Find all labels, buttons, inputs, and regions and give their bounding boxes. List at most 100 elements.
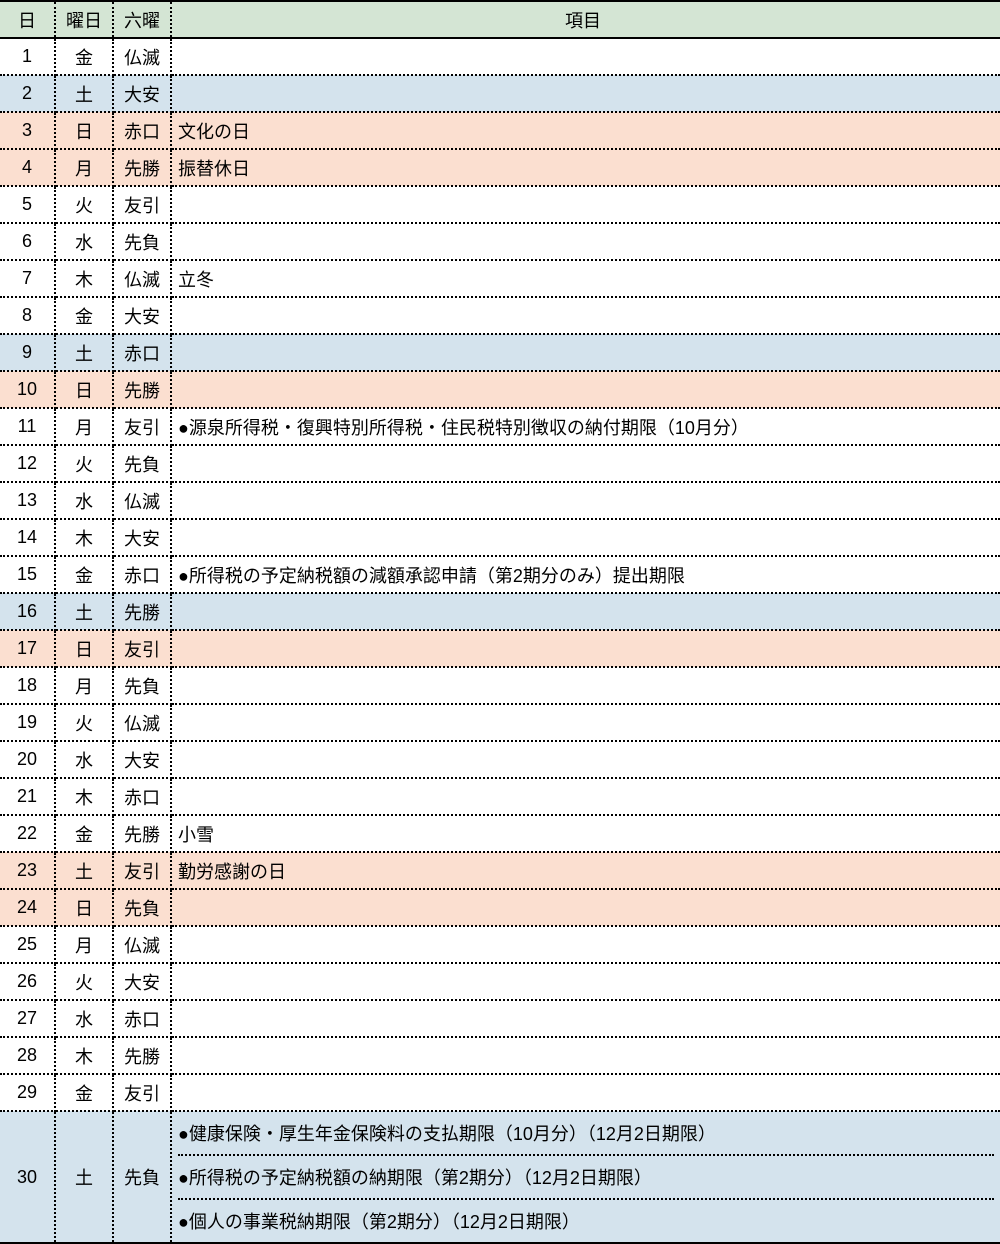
cell-wday: 土 — [55, 75, 113, 112]
table-row: 15金赤口●所得税の予定納税額の減額承認申請（第2期分のみ）提出期限 — [0, 556, 1000, 593]
table-row: 10日先勝 — [0, 371, 1000, 408]
cell-wday: 土 — [55, 593, 113, 630]
cell-roku: 大安 — [113, 519, 171, 556]
cell-wday: 木 — [55, 1037, 113, 1074]
cell-wday: 水 — [55, 741, 113, 778]
item-text: ●個人の事業税納期限（第2期分）（12月2日期限） — [178, 1200, 994, 1242]
cell-item — [171, 704, 1000, 741]
table-row: 26火大安 — [0, 963, 1000, 1000]
cell-roku: 赤口 — [113, 112, 171, 149]
item-text: ●健康保険・厚生年金保険料の支払期限（10月分）（12月2日期限） — [178, 1112, 994, 1156]
cell-day: 24 — [0, 889, 55, 926]
cell-wday: 月 — [55, 149, 113, 186]
cell-wday: 月 — [55, 408, 113, 445]
cell-day: 28 — [0, 1037, 55, 1074]
cell-item: 文化の日 — [171, 112, 1000, 149]
cell-wday: 日 — [55, 630, 113, 667]
cell-roku: 大安 — [113, 297, 171, 334]
cell-item: 小雪 — [171, 815, 1000, 852]
cell-item — [171, 1000, 1000, 1037]
table-row: 11月友引●源泉所得税・復興特別所得税・住民税特別徴収の納付期限（10月分） — [0, 408, 1000, 445]
cell-day: 20 — [0, 741, 55, 778]
cell-wday: 水 — [55, 223, 113, 260]
cell-day: 10 — [0, 371, 55, 408]
cell-day: 23 — [0, 852, 55, 889]
table-row: 30土先負●健康保険・厚生年金保険料の支払期限（10月分）（12月2日期限）●所… — [0, 1111, 1000, 1243]
table-row: 3日赤口文化の日 — [0, 112, 1000, 149]
cell-roku: 先勝 — [113, 371, 171, 408]
cell-wday: 月 — [55, 667, 113, 704]
cell-item — [171, 186, 1000, 223]
cell-item — [171, 223, 1000, 260]
cell-day: 12 — [0, 445, 55, 482]
cell-roku: 先負 — [113, 889, 171, 926]
cell-day: 6 — [0, 223, 55, 260]
table-row: 13水仏滅 — [0, 482, 1000, 519]
cell-day: 27 — [0, 1000, 55, 1037]
cell-day: 25 — [0, 926, 55, 963]
cell-wday: 土 — [55, 852, 113, 889]
cell-roku: 大安 — [113, 75, 171, 112]
cell-day: 16 — [0, 593, 55, 630]
header-item: 項目 — [171, 1, 1000, 38]
cell-item — [171, 1037, 1000, 1074]
header-wday: 曜日 — [55, 1, 113, 38]
table-row: 7木仏滅立冬 — [0, 260, 1000, 297]
cell-roku: 仏滅 — [113, 260, 171, 297]
cell-day: 26 — [0, 963, 55, 1000]
cell-roku: 友引 — [113, 630, 171, 667]
cell-wday: 土 — [55, 1111, 113, 1243]
cell-wday: 日 — [55, 889, 113, 926]
cell-day: 13 — [0, 482, 55, 519]
cell-item — [171, 741, 1000, 778]
table-row: 6水先負 — [0, 223, 1000, 260]
header-day: 日 — [0, 1, 55, 38]
cell-day: 11 — [0, 408, 55, 445]
cell-wday: 金 — [55, 556, 113, 593]
cell-roku: 先負 — [113, 667, 171, 704]
cell-day: 8 — [0, 297, 55, 334]
cell-roku: 仏滅 — [113, 926, 171, 963]
cell-item — [171, 630, 1000, 667]
cell-day: 7 — [0, 260, 55, 297]
cell-item: 振替休日 — [171, 149, 1000, 186]
cell-roku: 友引 — [113, 1074, 171, 1111]
header-row: 日 曜日 六曜 項目 — [0, 1, 1000, 38]
cell-day: 19 — [0, 704, 55, 741]
cell-item — [171, 75, 1000, 112]
cell-item — [171, 963, 1000, 1000]
cell-roku: 大安 — [113, 741, 171, 778]
table-row: 16土先勝 — [0, 593, 1000, 630]
cell-item: 勤労感謝の日 — [171, 852, 1000, 889]
table-row: 17日友引 — [0, 630, 1000, 667]
cell-roku: 仏滅 — [113, 482, 171, 519]
cell-wday: 火 — [55, 963, 113, 1000]
cell-roku: 大安 — [113, 963, 171, 1000]
table-row: 18月先負 — [0, 667, 1000, 704]
cell-day: 21 — [0, 778, 55, 815]
table-row: 14木大安 — [0, 519, 1000, 556]
cell-item: 立冬 — [171, 260, 1000, 297]
cell-item — [171, 334, 1000, 371]
calendar-table: 日 曜日 六曜 項目 1金仏滅2土大安3日赤口文化の日4月先勝振替休日5火友引6… — [0, 0, 1000, 1244]
cell-item: ●所得税の予定納税額の減額承認申請（第2期分のみ）提出期限 — [171, 556, 1000, 593]
cell-roku: 先勝 — [113, 1037, 171, 1074]
cell-roku: 赤口 — [113, 778, 171, 815]
table-row: 12火先負 — [0, 445, 1000, 482]
table-row: 24日先負 — [0, 889, 1000, 926]
cell-item: ●健康保険・厚生年金保険料の支払期限（10月分）（12月2日期限）●所得税の予定… — [171, 1111, 1000, 1243]
cell-item — [171, 482, 1000, 519]
cell-roku: 友引 — [113, 186, 171, 223]
cell-roku: 赤口 — [113, 556, 171, 593]
table-row: 29金友引 — [0, 1074, 1000, 1111]
cell-roku: 先負 — [113, 1111, 171, 1243]
cell-wday: 水 — [55, 1000, 113, 1037]
cell-day: 17 — [0, 630, 55, 667]
cell-wday: 火 — [55, 186, 113, 223]
cell-item — [171, 667, 1000, 704]
cell-wday: 金 — [55, 1074, 113, 1111]
cell-item — [171, 593, 1000, 630]
table-row: 9土赤口 — [0, 334, 1000, 371]
cell-day: 22 — [0, 815, 55, 852]
cell-roku: 先勝 — [113, 593, 171, 630]
